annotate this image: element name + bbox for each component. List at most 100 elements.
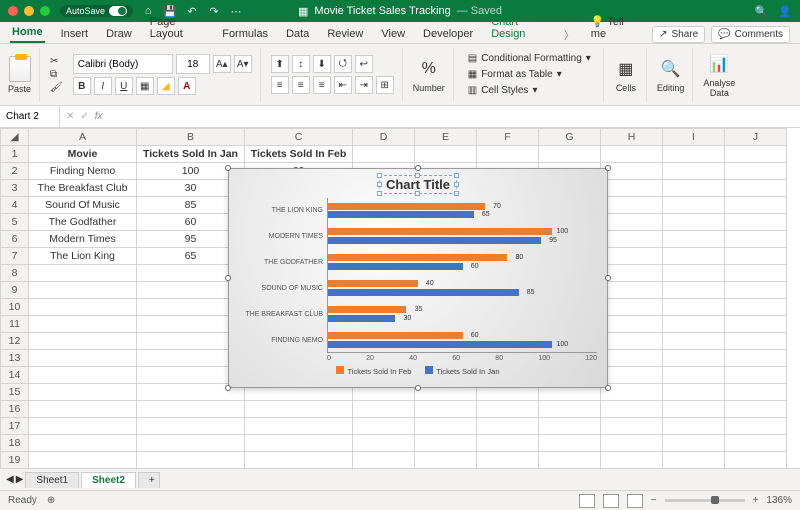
prev-sheet-icon[interactable]: ▶ xyxy=(16,474,24,485)
align-center-icon[interactable]: ≡ xyxy=(292,76,310,94)
resize-handle[interactable] xyxy=(605,165,611,171)
italic-button[interactable]: I xyxy=(94,77,112,95)
copy-icon[interactable]: ⧉ xyxy=(50,69,63,80)
user-icon[interactable]: 👤 xyxy=(778,5,792,18)
autosave-toggle[interactable]: AutoSave xyxy=(60,5,133,17)
zoom-out-icon[interactable]: − xyxy=(651,495,657,506)
tab-developer[interactable]: Developer xyxy=(421,25,475,43)
resize-handle[interactable] xyxy=(605,275,611,281)
paste-button[interactable]: Paste xyxy=(8,56,31,94)
col-header[interactable]: B xyxy=(137,129,245,146)
first-sheet-icon[interactable]: ◀ xyxy=(6,474,14,485)
resize-handle[interactable] xyxy=(225,165,231,171)
tab-formulas[interactable]: Formulas xyxy=(220,25,270,43)
maximize-icon[interactable] xyxy=(40,6,50,16)
increase-indent-icon[interactable]: ⇥ xyxy=(355,76,373,94)
increase-font-icon[interactable]: A▴ xyxy=(213,55,231,73)
sheet-tab[interactable]: Sheet2 xyxy=(81,472,136,488)
align-top-icon[interactable]: ⬆ xyxy=(271,55,289,73)
font-size-select[interactable] xyxy=(176,54,210,74)
merge-icon[interactable]: ⊞ xyxy=(376,76,394,94)
name-box[interactable] xyxy=(0,106,60,127)
sheet-tab[interactable]: Sheet1 xyxy=(25,472,79,488)
status-ready: Ready xyxy=(8,495,37,506)
tab-data[interactable]: Data xyxy=(284,25,311,43)
font-color-button[interactable]: A xyxy=(178,77,196,95)
accessibility-icon[interactable]: ⊕ xyxy=(47,495,55,506)
col-header[interactable]: C xyxy=(245,129,353,146)
resize-handle[interactable] xyxy=(415,385,421,391)
resize-handle[interactable] xyxy=(605,385,611,391)
col-header[interactable]: E xyxy=(415,129,477,146)
col-header[interactable]: H xyxy=(601,129,663,146)
cancel-icon[interactable]: ✕ xyxy=(66,111,74,122)
tab-view[interactable]: View xyxy=(379,25,407,43)
tab-home[interactable]: Home xyxy=(10,23,45,43)
col-header[interactable]: J xyxy=(725,129,787,146)
chart-object[interactable]: Chart Title THE LION KING MODERN TIMES T… xyxy=(228,168,608,388)
chart-plot[interactable]: THE LION KING MODERN TIMES THE GODFATHER… xyxy=(229,198,607,353)
add-sheet-button[interactable]: + xyxy=(138,472,160,488)
zoom-in-icon[interactable]: + xyxy=(753,495,759,506)
col-header[interactable]: G xyxy=(539,129,601,146)
share-button[interactable]: ↗ Share xyxy=(652,26,705,43)
col-header[interactable]: D xyxy=(353,129,415,146)
format-painter-icon[interactable]: 🖌 xyxy=(50,82,63,93)
align-middle-icon[interactable]: ↕ xyxy=(292,55,310,73)
zoom-level[interactable]: 136% xyxy=(766,495,792,506)
number-format[interactable]: % Number xyxy=(413,57,445,93)
tab-draw[interactable]: Draw xyxy=(104,25,134,43)
col-header[interactable]: A xyxy=(29,129,137,146)
analyse-data-button[interactable]: 📊 Analyse Data xyxy=(703,52,735,98)
decrease-indent-icon[interactable]: ⇤ xyxy=(334,76,352,94)
enter-icon[interactable]: ✓ xyxy=(80,111,88,122)
tab-insert[interactable]: Insert xyxy=(59,25,91,43)
tab-review[interactable]: Review xyxy=(325,25,365,43)
home-icon[interactable]: ⌂ xyxy=(141,4,155,18)
tell-me[interactable]: 💡 Tell me xyxy=(589,12,638,43)
align-bottom-icon[interactable]: ⬇ xyxy=(313,55,331,73)
undo-icon[interactable]: ↶ xyxy=(185,4,199,18)
align-right-icon[interactable]: ≡ xyxy=(313,76,331,94)
cell-styles[interactable]: ▥ Cell Styles ▾ xyxy=(464,84,595,97)
editing-group[interactable]: 🔍 Editing xyxy=(657,57,685,93)
border-button[interactable]: ▦ xyxy=(136,77,154,95)
comments-button[interactable]: 💬 Comments xyxy=(711,26,790,43)
close-icon[interactable] xyxy=(8,6,18,16)
window-controls[interactable] xyxy=(8,6,50,16)
conditional-formatting[interactable]: ▤ Conditional Formatting ▾ xyxy=(464,52,595,65)
page-layout-view-icon[interactable] xyxy=(603,494,619,508)
redo-icon[interactable]: ↷ xyxy=(207,4,221,18)
status-bar: Ready ⊕ − + 136% xyxy=(0,490,800,510)
toggle-icon xyxy=(109,6,127,16)
fx-icon[interactable]: fx xyxy=(95,111,103,122)
underline-button[interactable]: U xyxy=(115,77,133,95)
search-icon[interactable]: 🔍 xyxy=(755,5,769,18)
normal-view-icon[interactable] xyxy=(579,494,595,508)
minimize-icon[interactable] xyxy=(24,6,34,16)
zoom-slider[interactable] xyxy=(665,499,745,502)
select-all[interactable]: ◢ xyxy=(1,129,29,146)
cells-group[interactable]: ▦ Cells xyxy=(614,57,638,93)
bold-button[interactable]: B xyxy=(73,77,91,95)
chart-title[interactable]: Chart Title xyxy=(379,175,457,194)
cut-icon[interactable]: ✂ xyxy=(50,56,63,67)
sheet-tabs: ◀ ▶ Sheet1 Sheet2 + xyxy=(0,468,800,490)
format-as-table[interactable]: ▦ Format as Table ▾ xyxy=(464,68,595,81)
resize-handle[interactable] xyxy=(225,275,231,281)
fill-color-button[interactable]: ◢ xyxy=(157,77,175,95)
tab-chart-design[interactable]: Chart Design xyxy=(489,13,550,43)
col-header[interactable]: I xyxy=(663,129,725,146)
col-header[interactable]: F xyxy=(477,129,539,146)
wrap-text-icon[interactable]: ↩ xyxy=(355,55,373,73)
worksheet-grid[interactable]: ◢ A B C D E F G H I J 1MovieTickets Sold… xyxy=(0,128,800,468)
more-icon[interactable]: ⋯ xyxy=(229,4,243,18)
resize-handle[interactable] xyxy=(415,165,421,171)
decrease-font-icon[interactable]: A▾ xyxy=(234,55,252,73)
orientation-icon[interactable]: ⭯ xyxy=(334,55,352,73)
page-break-view-icon[interactable] xyxy=(627,494,643,508)
align-left-icon[interactable]: ≡ xyxy=(271,76,289,94)
font-select[interactable] xyxy=(73,54,173,74)
resize-handle[interactable] xyxy=(225,385,231,391)
save-icon[interactable]: 💾 xyxy=(163,4,177,18)
